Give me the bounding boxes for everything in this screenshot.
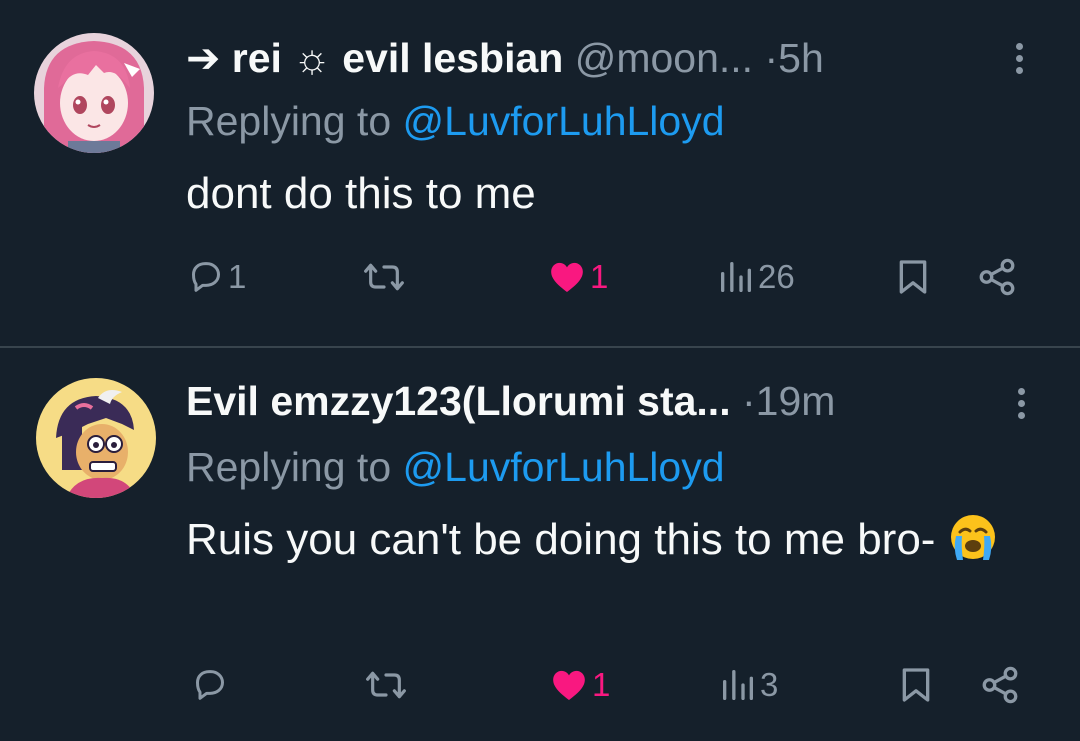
mention-link[interactable]: @LuvforLuhLloyd [403,98,725,144]
more-icon[interactable] [1006,378,1036,428]
retweet-icon [364,263,404,291]
views-icon [723,670,753,700]
reply-icon [196,670,224,700]
action-bar: 1 1 26 [0,252,1080,302]
views-button[interactable]: 3 [718,660,778,710]
views-count: 3 [760,666,779,703]
bookmark-icon [902,668,930,702]
like-button[interactable]: 1 [546,252,608,302]
bookmark-button[interactable] [893,252,933,302]
reply-count: 1 [228,258,247,295]
separator-dot: · [764,35,779,81]
tweet-text: dont do this to me [186,162,1046,226]
handle[interactable]: @moon... [575,35,753,81]
display-name[interactable]: ➔ rei ☼ evil lesbian [186,35,563,81]
reply-button[interactable] [190,660,230,710]
tweet-text: Ruis you can't be doing this to me bro- [186,508,1046,580]
share-button[interactable] [975,252,1019,302]
display-name[interactable]: Evil emzzy123(Llorumi sta... [186,378,731,424]
tweet-header: Evil emzzy123(Llorumi sta... ·19m [186,376,835,426]
more-icon[interactable] [1004,33,1034,83]
share-button[interactable] [978,660,1022,710]
retweet-button[interactable] [362,252,406,302]
share-icon [979,258,1015,296]
bookmark-icon [899,260,927,294]
timestamp[interactable]: 5h [778,35,824,81]
like-count: 1 [590,258,609,295]
tweet-text-content: Ruis you can't be doing this to me bro- [186,515,936,564]
reply-button[interactable]: 1 [186,252,246,302]
replying-prefix: Replying to [186,98,392,144]
heart-icon [551,262,583,292]
replying-to: Replying to @LuvforLuhLloyd [186,442,725,492]
replying-prefix: Replying to [186,444,392,490]
retweet-icon [366,671,406,699]
timestamp[interactable]: 19m [756,378,836,424]
like-button[interactable]: 1 [548,660,610,710]
tweet-header: ➔ rei ☼ evil lesbian @moon... ·5h [186,33,824,83]
bookmark-button[interactable] [896,660,936,710]
heart-icon [553,670,585,700]
loudly-crying-face-icon [948,512,998,580]
views-button[interactable]: 26 [716,252,795,302]
tweet[interactable]: Evil emzzy123(Llorumi sta... ·19m Replyi… [0,348,1080,741]
avatar[interactable] [36,378,156,498]
replying-to: Replying to @LuvforLuhLloyd [186,96,725,146]
views-count: 26 [758,258,795,295]
mention-link[interactable]: @LuvforLuhLloyd [403,444,725,490]
tweet[interactable]: ➔ rei ☼ evil lesbian @moon... ·5h Replyi… [0,0,1080,346]
like-count: 1 [592,666,611,703]
share-icon [982,666,1018,704]
tweet-text-content: dont do this to me [186,169,536,218]
avatar[interactable] [34,33,154,153]
reply-icon [192,262,220,292]
retweet-button[interactable] [364,660,408,710]
separator-dot: · [742,378,756,424]
views-icon [721,262,751,292]
action-bar: 1 3 [0,660,1080,710]
